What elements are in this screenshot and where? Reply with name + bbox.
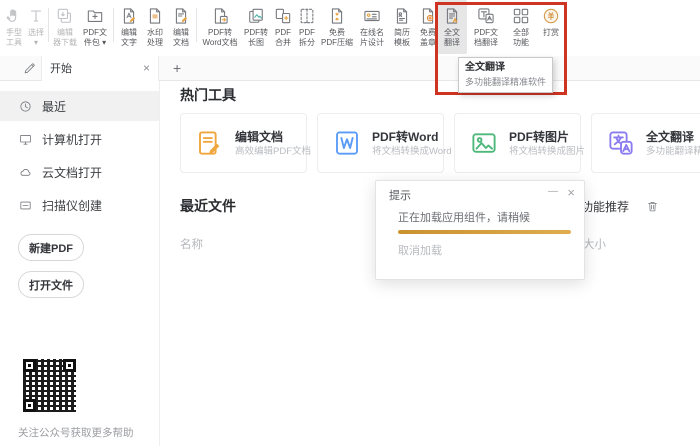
card-full-translate[interactable]: 全文翻译 多功能翻译精准软件 [591, 113, 700, 173]
compress-icon [327, 6, 347, 26]
tooltip-subtitle: 多功能翻译精准软件 [465, 77, 547, 87]
tab-home[interactable]: 开始 × [41, 55, 159, 81]
edit-doc-icon [171, 6, 191, 26]
pdf-app-window: 手型 工具 选择 ▾ 编辑 器下载 PDF文 件包 ▾ 编辑 文字 水印 处理 … [0, 0, 700, 446]
tab-bar: 开始 × + [0, 55, 700, 81]
toolbar: 手型 工具 选择 ▾ 编辑 器下载 PDF文 件包 ▾ 编辑 文字 水印 处理 … [0, 0, 700, 95]
editor-download-button[interactable]: 编辑 器下载 [51, 0, 79, 54]
edit-doc-card-icon [195, 128, 225, 158]
dialog-close-icon[interactable]: × [567, 185, 575, 200]
progress-bar [398, 230, 571, 234]
image-card-icon [469, 128, 499, 158]
watermark-button[interactable]: 水印 处理 [142, 0, 168, 54]
card-edit-doc[interactable]: 编辑文档 高效编辑PDF文档 [180, 113, 311, 173]
toolbar-divider [196, 8, 197, 42]
column-name[interactable]: 名称 [180, 236, 203, 252]
loading-dialog: 提示 — × 正在加载应用组件，请稍候 取消加载 [375, 180, 585, 280]
cancel-loading-link[interactable]: 取消加载 [398, 242, 442, 258]
pdf-to-long-image-button[interactable]: PDF转 长图 [241, 0, 271, 54]
all-features-button[interactable]: 全部 功能 [505, 0, 537, 54]
pdf-compress-button[interactable]: 免费 PDF压缩 [319, 0, 355, 54]
dialog-minimize-icon[interactable]: — [548, 186, 558, 197]
to-word-icon [210, 6, 230, 26]
pdf-split-button[interactable]: PDF 拆分 [295, 0, 319, 54]
grid-icon [511, 6, 531, 26]
content: 最近 计算机打开 云文档打开 扫描仪创建 新建PDF 打开文件 关注公众号获取更… [0, 81, 700, 446]
watermark-icon [145, 6, 165, 26]
doc-translate-icon [476, 6, 496, 26]
column-size[interactable]: 大小 [583, 236, 606, 252]
full-text-translate-button[interactable]: 全文 翻译 [437, 0, 467, 54]
toolbar-divider [113, 8, 114, 42]
merge-icon [273, 6, 293, 26]
card-pdf-to-word[interactable]: PDF转Word 将文档转换成Word [317, 113, 452, 173]
reward-icon [541, 6, 561, 26]
split-icon [297, 6, 317, 26]
open-file-button[interactable]: 打开文件 [18, 271, 84, 298]
trash-icon[interactable] [645, 199, 660, 214]
feature-recommend-toggle[interactable]: 功能推荐 [581, 198, 629, 215]
hand-tool-button[interactable]: 手型 工具 [2, 0, 26, 54]
edit-text-icon [119, 6, 139, 26]
tab-close-icon[interactable]: × [143, 62, 150, 74]
pdf-package-button[interactable]: PDF文 件包 ▾ [79, 0, 111, 54]
text-select-icon [26, 6, 46, 26]
sidebar-item-scanner-create[interactable]: 扫描仪创建 [0, 190, 159, 220]
sidebar-buttons: 新建PDF 打开文件 [0, 234, 159, 298]
hand-icon [4, 6, 24, 26]
toolbar-translate-group: 全文 翻译 PDF文 档翻译 全部 功能 打赏 [437, 0, 565, 56]
sidebar-item-open-computer[interactable]: 计算机打开 [0, 124, 159, 154]
sidebar-item-recent[interactable]: 最近 [0, 91, 159, 121]
edit-doc-button[interactable]: 编辑 文档 [168, 0, 194, 54]
doc-translate-button[interactable]: PDF文 档翻译 [467, 0, 505, 54]
tab-label: 开始 [50, 63, 72, 75]
card-pdf-to-image[interactable]: PDF转图片 将文档转换成图片 [454, 113, 585, 173]
toolbar-flow: 手型 工具 选择 ▾ 编辑 器下载 PDF文 件包 ▾ 编辑 文字 水印 处理 … [2, 0, 441, 56]
download-icon [55, 6, 75, 26]
qr-caption: 关注公众号获取更多帮助 [18, 427, 134, 439]
word-card-icon [332, 128, 362, 158]
sidebar: 最近 计算机打开 云文档打开 扫描仪创建 新建PDF 打开文件 关注公众号获取更… [0, 81, 160, 446]
qr-code [23, 359, 76, 412]
card-design-icon [362, 6, 382, 26]
progress-bar-fill [398, 230, 571, 234]
pencil-icon [22, 61, 37, 76]
new-tab-button[interactable]: + [173, 61, 181, 75]
translate-card-icon [606, 128, 636, 158]
pdf-to-word-button[interactable]: PDF转 Word文档 [199, 0, 241, 54]
stamp-icon [418, 6, 438, 26]
translate-icon [442, 6, 462, 26]
cloud-icon [18, 165, 33, 180]
hot-tools-cards: 编辑文档 高效编辑PDF文档 PDF转Word 将文档转换成Word PDF转图… [180, 113, 700, 173]
tooltip-title: 全文翻译 [465, 62, 505, 73]
dialog-message: 正在加载应用组件，请稍候 [398, 212, 530, 224]
new-pdf-button[interactable]: 新建PDF [18, 234, 84, 261]
card-design-button[interactable]: 在线名 片设计 [355, 0, 389, 54]
translate-tooltip: 全文翻译 多功能翻译精准软件 [458, 57, 554, 93]
pdf-merge-button[interactable]: PDF 合并 [271, 0, 295, 54]
recent-files-title: 最近文件 [180, 198, 236, 214]
clock-icon [18, 99, 33, 114]
reward-button[interactable]: 打赏 [537, 0, 565, 54]
sidebar-item-open-cloud[interactable]: 云文档打开 [0, 157, 159, 187]
select-tool-button[interactable]: 选择 ▾ [26, 0, 46, 54]
resume-icon [392, 6, 412, 26]
dialog-title: 提示 [389, 190, 411, 202]
toolbar-divider [48, 8, 49, 42]
folder-pack-icon [85, 6, 105, 26]
monitor-icon [18, 132, 33, 147]
qr-block: 关注公众号获取更多帮助 专属QQ：800023973 [0, 359, 159, 446]
long-image-icon [246, 6, 266, 26]
edit-text-button[interactable]: 编辑 文字 [116, 0, 142, 54]
hot-tools-title: 热门工具 [180, 87, 236, 103]
resume-template-button[interactable]: 简历 模板 [389, 0, 415, 54]
scanner-icon [18, 198, 33, 213]
